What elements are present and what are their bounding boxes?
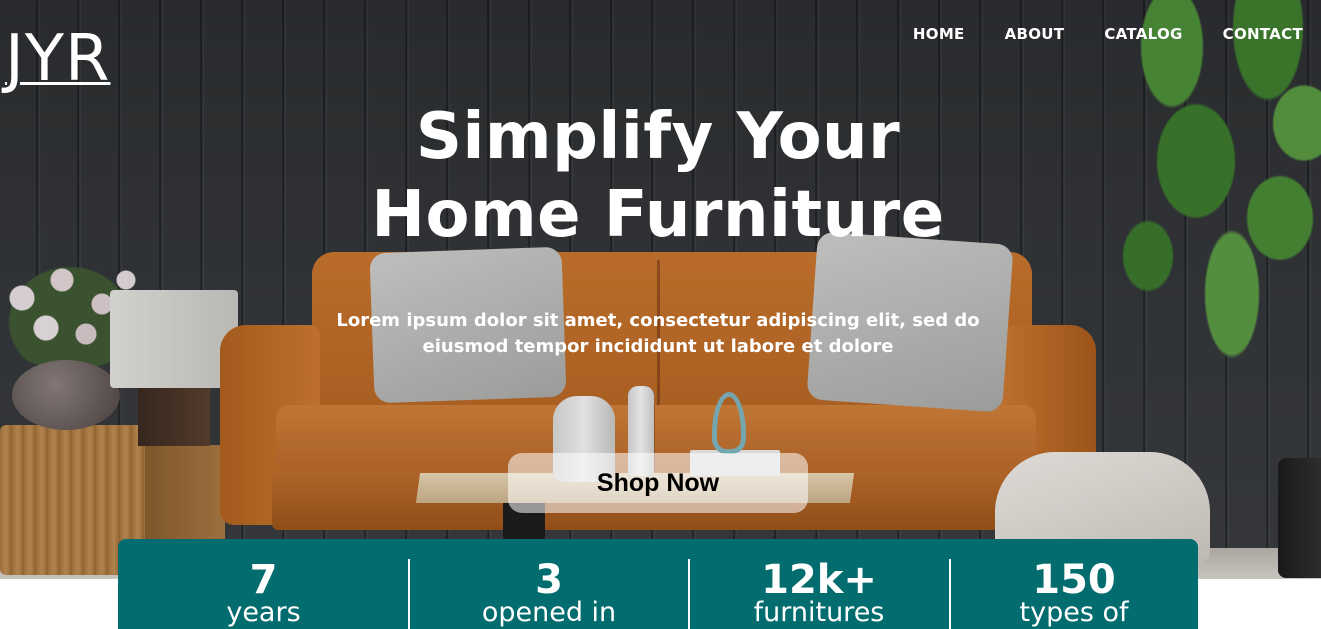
stat-label: opened in [481,597,617,628]
stats-bar: 7 years 3 opened in 12k+ furnitures 150 … [118,539,1198,629]
hero-subtext: Lorem ipsum dolor sit amet, consectetur … [336,310,980,357]
nav-link-home[interactable]: HOME [913,24,965,44]
main-nav: HOME ABOUT CATALOG CONTACT [913,24,1303,44]
stat-types: 150 types of [950,539,1198,629]
shop-now-button[interactable]: Shop Now [508,453,808,513]
stat-label: types of [1019,597,1129,628]
hero-headline: Simplify Your Home Furniture [0,98,1316,254]
stat-label: furnitures [753,597,885,628]
stat-years: 7 years [118,539,409,629]
nav-link-contact[interactable]: CONTACT [1223,24,1303,44]
nav-link-catalog[interactable]: CATALOG [1104,24,1182,44]
hero-headline-line1: Simplify Your [415,100,901,174]
nav-link-about[interactable]: ABOUT [1005,24,1065,44]
stat-furnitures: 12k+ furnitures [689,539,949,629]
hero-headline-line2: Home Furniture [371,178,945,252]
brand-logo[interactable]: JYR [5,24,110,94]
stat-opened: 3 opened in [409,539,689,629]
stat-label: years [226,597,301,628]
